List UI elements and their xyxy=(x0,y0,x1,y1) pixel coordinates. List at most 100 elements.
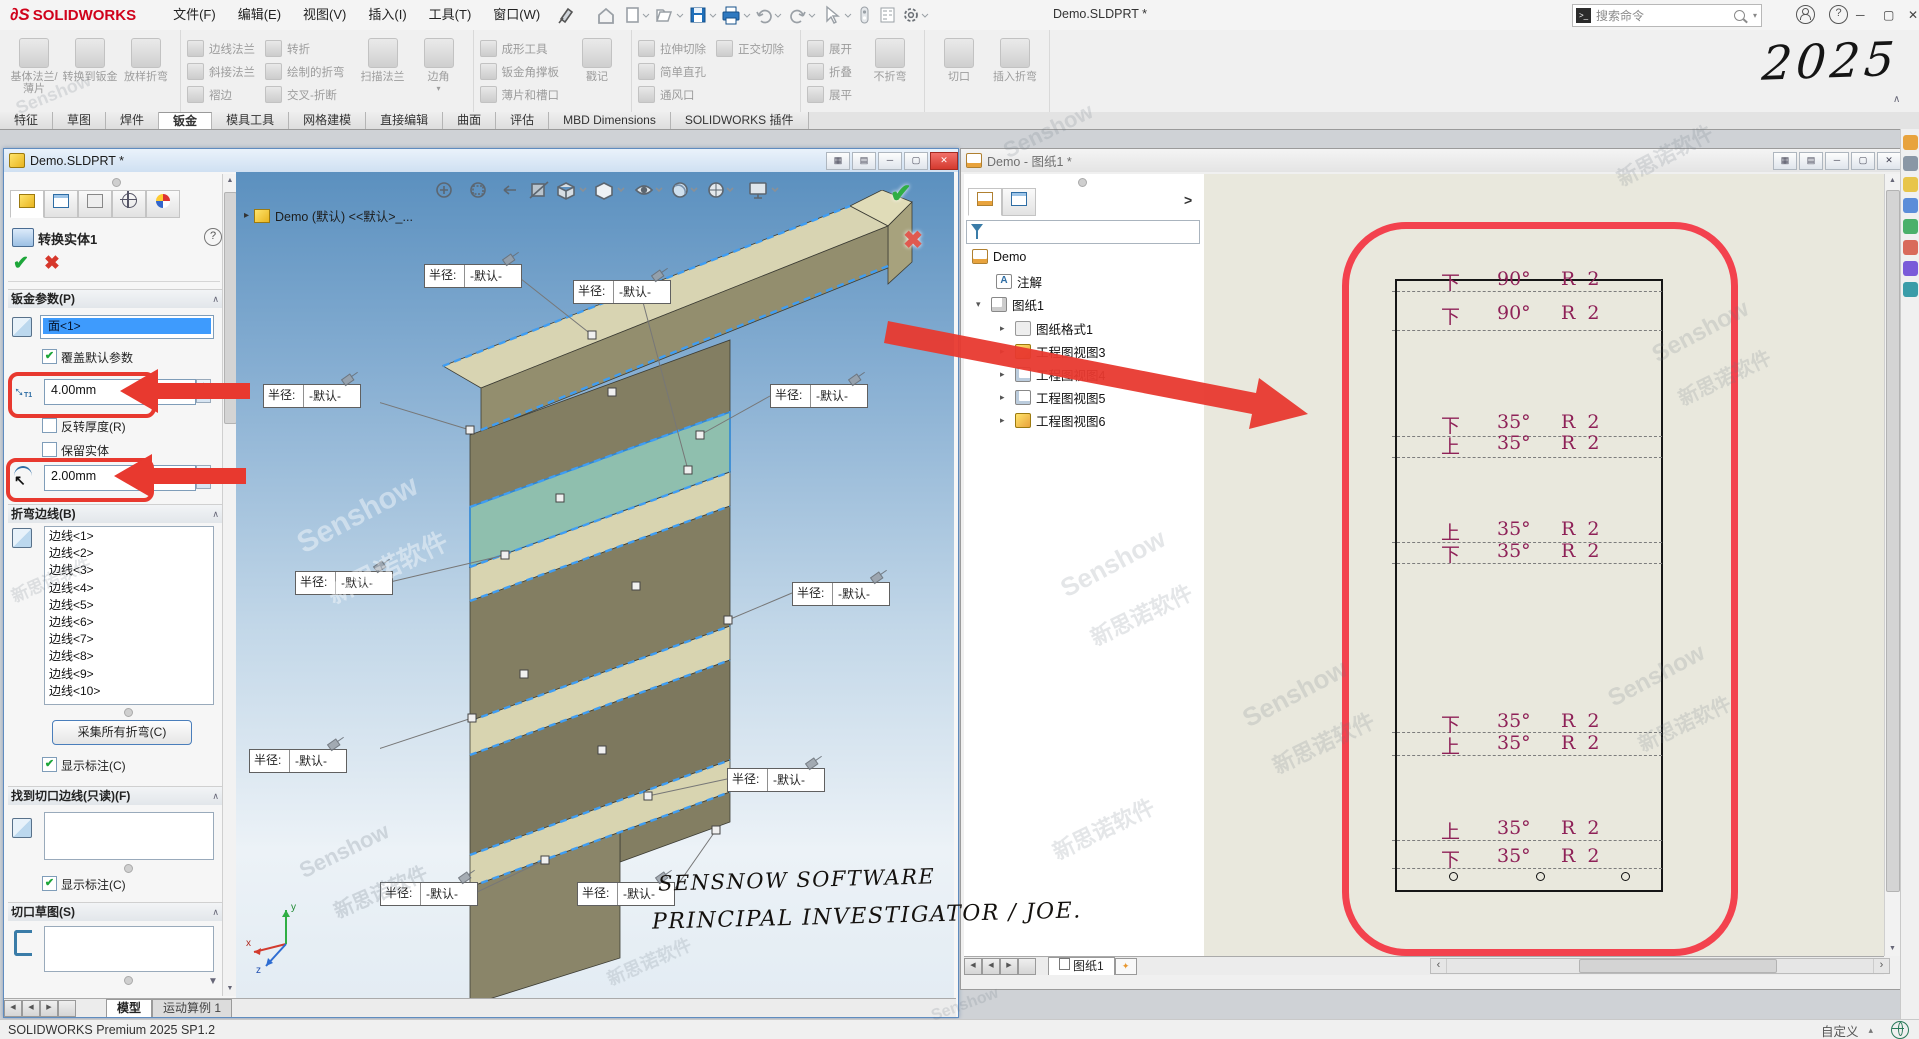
ribbon-collapse-icon[interactable]: ∧ xyxy=(1893,94,1900,105)
confirm-cancel-icon[interactable]: ✖ xyxy=(903,226,923,255)
thickness-spinner[interactable]: ▲▼ xyxy=(196,379,211,403)
undo-button[interactable] xyxy=(757,11,781,23)
list-item[interactable]: 边线<8> xyxy=(45,647,213,664)
tab-scroll-prev-button[interactable]: ◀ xyxy=(22,1000,40,1017)
tab-surfaces[interactable]: 曲面 xyxy=(443,112,496,129)
fold-button[interactable]: 折叠 xyxy=(807,60,862,83)
task-view-palette-icon[interactable] xyxy=(1903,198,1918,213)
no-bends-button[interactable]: 不折弯 xyxy=(862,34,918,83)
scroll-up-icon[interactable]: ▲ xyxy=(223,174,237,188)
sheet1-tab[interactable]: 图纸1 xyxy=(1048,957,1115,975)
normal-cut-button[interactable]: 正交切除 xyxy=(716,37,794,60)
collapse-icon[interactable]: ∧ xyxy=(212,903,219,921)
tree-item-annotations[interactable]: A注解 xyxy=(996,272,1042,291)
pin-icon[interactable] xyxy=(559,9,572,23)
section-rip-edges[interactable]: 找到切口边线(只读)(F)∧ xyxy=(8,786,223,805)
tab-scroll-next-button[interactable]: ▶ xyxy=(40,1000,58,1017)
new-file-button[interactable] xyxy=(627,8,649,22)
edge-flange-button[interactable]: 边线法兰 xyxy=(187,37,265,60)
rip-edges-list[interactable] xyxy=(44,812,214,860)
open-file-button[interactable] xyxy=(657,10,683,21)
pm-cancel-button[interactable]: ✖ xyxy=(44,252,60,275)
menu-edit[interactable]: 编辑(E) xyxy=(227,0,292,30)
zoom-fit-icon[interactable] xyxy=(437,183,451,197)
list-item[interactable]: 边线<1> xyxy=(45,527,213,544)
override-defaults-checkbox[interactable]: ✔ xyxy=(42,349,57,364)
cross-break-button[interactable]: 交叉-折断 xyxy=(265,83,355,106)
task-forum-icon[interactable] xyxy=(1903,282,1918,297)
drawing-close-button[interactable]: ✕ xyxy=(1877,152,1901,170)
expand-closed-icon[interactable]: ▸ xyxy=(1000,346,1010,357)
section-sheet-metal-params[interactable]: 钣金参数(P)∧ xyxy=(8,289,223,308)
scroll-left-icon[interactable]: ‹ xyxy=(1431,959,1447,973)
expand-closed-icon[interactable]: ▸ xyxy=(1000,415,1010,426)
sheet-scroll-first-button[interactable]: ◀ xyxy=(964,958,982,975)
unfold-button[interactable]: 展开 xyxy=(807,37,862,60)
confirm-ok-icon[interactable]: ✔ xyxy=(890,178,912,209)
corner-dropdown-icon[interactable]: ▾ xyxy=(411,83,467,95)
dimxpert-tab[interactable] xyxy=(112,190,146,218)
options-button[interactable] xyxy=(905,9,928,21)
collapse-icon[interactable]: ∧ xyxy=(212,505,219,523)
drawing-propertymanager-tab[interactable] xyxy=(1002,188,1036,216)
add-sheet-button[interactable]: ✦ xyxy=(1115,958,1137,975)
listbox-resize-handle[interactable] xyxy=(124,976,133,985)
section-rip-sketch[interactable]: 切口草图(S)∧ xyxy=(8,902,223,921)
menu-tools[interactable]: 工具(T) xyxy=(418,0,483,30)
tab-evaluate[interactable]: 评估 xyxy=(496,112,549,129)
tab-weldments[interactable]: 焊件 xyxy=(106,112,159,129)
save-button[interactable] xyxy=(691,8,716,22)
section-view-icon[interactable] xyxy=(530,182,548,198)
customize-caret-icon[interactable]: ▴ xyxy=(1868,1025,1873,1036)
expand-closed-icon[interactable]: ▸ xyxy=(1000,369,1010,380)
pm-scroll-more-icon[interactable]: ▼ xyxy=(208,976,218,987)
drawing-maximize-button[interactable]: ▢ xyxy=(1851,152,1875,170)
search-icon[interactable] xyxy=(1734,10,1745,21)
collapse-icon[interactable]: ∧ xyxy=(212,290,219,308)
tree-item-view5[interactable]: ▸工程图视图5 xyxy=(1000,388,1105,407)
miter-flange-button[interactable]: 斜接法兰 xyxy=(187,60,265,83)
swept-flange-button[interactable]: 扫描法兰 xyxy=(355,34,411,83)
redo-button[interactable] xyxy=(791,11,815,23)
search-dropdown-icon[interactable]: ▾ xyxy=(1753,11,1757,20)
bend-radius-spinner[interactable]: ▲▼ xyxy=(196,465,211,489)
configuration-tab[interactable] xyxy=(78,190,112,218)
tab-scroll-last-button[interactable] xyxy=(58,1000,76,1017)
properties-button[interactable] xyxy=(881,8,894,22)
globe-status-icon[interactable] xyxy=(1891,1021,1909,1039)
tab-mold-tools[interactable]: 模具工具 xyxy=(212,112,289,129)
scroll-up-icon[interactable]: ▲ xyxy=(1885,174,1900,188)
task-custom-properties-icon[interactable] xyxy=(1903,261,1918,276)
simple-hole-button[interactable]: 简单直孔 xyxy=(638,60,716,83)
tab-sketch[interactable]: 草图 xyxy=(53,112,106,129)
extruded-cut-button[interactable]: 拉伸切除 xyxy=(638,37,716,60)
tree-item-view6[interactable]: ▸工程图视图6 xyxy=(1000,411,1105,430)
v-scrollbar-thumb[interactable] xyxy=(1886,190,1900,892)
corner-button[interactable]: 边角▾ xyxy=(411,34,467,95)
collapse-icon[interactable]: ∧ xyxy=(212,787,219,805)
previous-view-icon[interactable] xyxy=(504,186,516,194)
panel-splitter-handle[interactable] xyxy=(1078,178,1087,187)
listbox-resize-handle[interactable] xyxy=(124,708,133,717)
apply-scene-icon[interactable] xyxy=(709,183,733,197)
menu-file[interactable]: 文件(F) xyxy=(162,0,227,30)
base-flange-button[interactable]: 基体法兰/薄片 xyxy=(6,34,62,95)
tree-item-view3[interactable]: ▸工程图视图3 xyxy=(1000,342,1105,361)
drawing-minimize-button[interactable]: ─ xyxy=(1825,152,1849,170)
motion-study-tab[interactable]: 运动算例 1 xyxy=(152,999,232,1017)
zoom-area-icon[interactable] xyxy=(471,183,485,197)
menu-window[interactable]: 窗口(W) xyxy=(482,0,551,30)
home-button[interactable] xyxy=(599,9,613,23)
drawing-tile-horizontal-button[interactable]: ▤ xyxy=(1799,152,1823,170)
expand-closed-icon[interactable]: ▸ xyxy=(1000,323,1010,334)
model-tab[interactable]: 模型 xyxy=(106,999,152,1017)
menu-view[interactable]: 视图(V) xyxy=(292,0,357,30)
tree-item-sheet1[interactable]: ▾图纸1 xyxy=(976,295,1044,314)
expand-closed-icon[interactable]: ▸ xyxy=(1000,392,1010,403)
collect-all-bends-button[interactable]: 采集所有折弯(C) xyxy=(52,720,192,745)
minimize-button[interactable]: ─ xyxy=(1845,0,1876,30)
insert-bends-button[interactable]: 插入折弯 xyxy=(987,34,1043,83)
list-item[interactable]: 边线<2> xyxy=(45,544,213,561)
sheet-scroll-last-button[interactable] xyxy=(1018,958,1036,975)
tab-sheet-metal[interactable]: 钣金 xyxy=(159,112,212,129)
